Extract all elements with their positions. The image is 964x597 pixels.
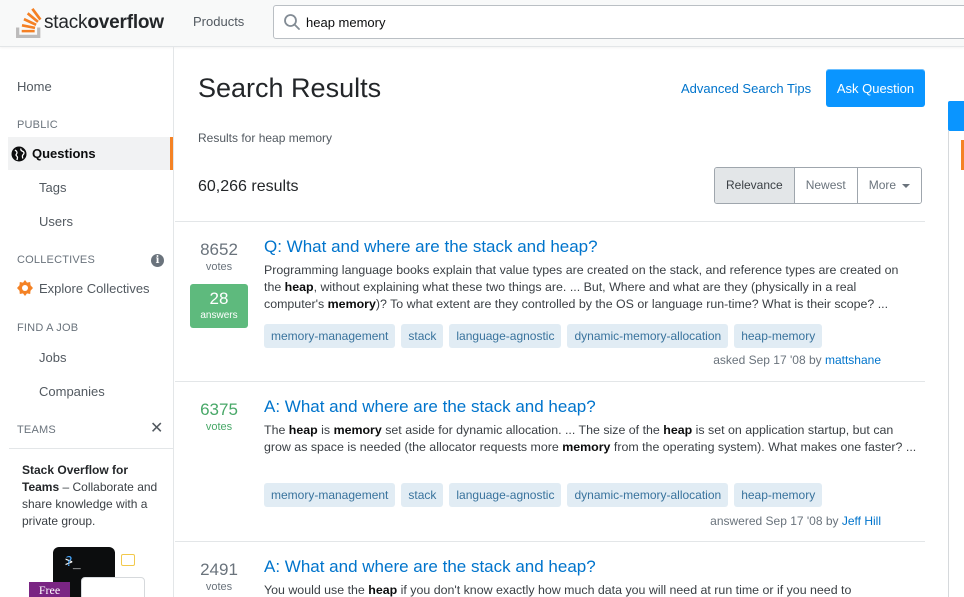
answer-count-badge: 28 answers xyxy=(190,284,248,328)
chevron-down-icon xyxy=(902,183,911,188)
sidebar-item-questions[interactable]: Questions xyxy=(8,137,173,170)
search-box[interactable] xyxy=(273,5,964,39)
result-stats: 8652 votes xyxy=(175,240,263,273)
result-title-link[interactable]: A: What and where are the stack and heap… xyxy=(264,557,596,577)
vote-count: 6375 xyxy=(200,400,238,419)
author-link[interactable]: mattshane xyxy=(825,353,881,367)
sidebar-section-teams: TEAMS xyxy=(17,424,56,436)
top-bar: stackoverflow Products xyxy=(0,0,964,47)
sidebar-item-explore-collectives[interactable]: Explore Collectives xyxy=(17,280,150,296)
right-sidebar xyxy=(948,131,964,597)
sidebar-item-tags[interactable]: Tags xyxy=(39,180,66,195)
search-input[interactable] xyxy=(306,6,906,38)
sidebar-item-home[interactable]: Home xyxy=(17,79,52,94)
tag[interactable]: stack xyxy=(401,483,444,507)
tag-list: memory-management stack language-agnosti… xyxy=(264,324,823,348)
free-badge: Free xyxy=(29,582,70,597)
main-content: Search Results Advanced Search Tips Ask … xyxy=(175,47,935,597)
tag-list: memory-management stack language-agnosti… xyxy=(264,483,823,507)
vote-label: votes xyxy=(205,261,233,273)
vote-label: votes xyxy=(205,421,233,433)
page-title: Search Results xyxy=(198,73,382,103)
tag[interactable]: stack xyxy=(401,324,444,348)
result-title-link[interactable]: A: What and where are the stack and heap… xyxy=(264,397,596,417)
author-link[interactable]: Jeff Hill xyxy=(842,514,881,528)
logo-wordmark: stackoverflow xyxy=(44,12,164,33)
vote-count: 2491 xyxy=(200,560,238,579)
vote-label: votes xyxy=(205,581,233,593)
results-for-text: Results for heap memory xyxy=(198,131,333,145)
sidebar-item-jobs[interactable]: Jobs xyxy=(39,350,66,365)
result-excerpt: Programming language books explain that … xyxy=(264,263,899,311)
products-menu[interactable]: Products xyxy=(183,7,254,37)
sidebar-item-label: Explore Collectives xyxy=(39,280,150,296)
teams-promo-card: Stack Overflow for Teams – Collaborate a… xyxy=(9,448,173,597)
sidebar-item-users[interactable]: Users xyxy=(39,214,73,229)
vote-count: 8652 xyxy=(200,240,238,259)
stackoverflow-logo[interactable]: stackoverflow xyxy=(16,4,164,42)
tag[interactable]: memory-management xyxy=(264,324,396,348)
close-icon[interactable]: ✕ xyxy=(150,421,163,437)
sidebar-section-find-a-job: FIND A JOB xyxy=(17,322,79,334)
tag[interactable]: heap-memory xyxy=(734,483,823,507)
tag[interactable]: language-agnostic xyxy=(449,483,562,507)
tag[interactable]: heap-memory xyxy=(734,324,823,348)
tag[interactable]: dynamic-memory-allocation xyxy=(567,324,729,348)
sort-more-button[interactable]: More xyxy=(857,168,922,203)
search-icon xyxy=(284,14,300,30)
search-result: 2491 votes A: What and where are the sta… xyxy=(175,541,925,597)
tag[interactable]: memory-management xyxy=(264,483,396,507)
result-meta: asked Sep 17 '08 by mattshane xyxy=(713,353,881,367)
result-stats: 6375 votes xyxy=(175,400,263,433)
sidebar-section-collectives: COLLECTIVES xyxy=(17,254,96,266)
sidebar-item-label: Questions xyxy=(32,146,96,161)
card-illustration-icon xyxy=(81,577,145,597)
sort-relevance-button[interactable]: Relevance xyxy=(715,168,795,203)
ask-question-button[interactable]: Ask Question xyxy=(826,69,925,107)
search-result: 8652 votes 28 answers Q: What and where … xyxy=(175,221,925,381)
sort-button-group: Relevance Newest More xyxy=(714,167,923,204)
result-meta: answered Sep 17 '08 by Jeff Hill xyxy=(710,514,881,528)
result-stats: 2491 votes xyxy=(175,560,263,593)
chat-icon xyxy=(121,554,135,566)
search-result: 6375 votes A: What and where are the sta… xyxy=(175,381,925,541)
sidebar-section-public: PUBLIC xyxy=(17,119,58,131)
left-sidebar: Home PUBLIC Questions Tags Users COLLECT… xyxy=(0,47,174,597)
results-count: 60,266 results xyxy=(198,178,299,195)
advanced-search-tips-link[interactable]: Advanced Search Tips xyxy=(681,81,811,96)
tag[interactable]: language-agnostic xyxy=(449,324,562,348)
result-title-link[interactable]: Q: What and where are the stack and heap… xyxy=(264,237,598,257)
tag[interactable]: dynamic-memory-allocation xyxy=(567,483,729,507)
globe-icon xyxy=(11,146,27,161)
teams-promo-text: Stack Overflow for Teams – Collaborate a… xyxy=(22,463,158,528)
result-excerpt: The heap is memory set aside for dynamic… xyxy=(264,423,917,454)
stack-logo-icon xyxy=(16,8,42,38)
info-icon[interactable]: i xyxy=(151,254,164,267)
result-excerpt: You would use the heap if you don't know… xyxy=(264,583,852,597)
collectives-icon xyxy=(17,280,33,296)
sort-newest-button[interactable]: Newest xyxy=(794,168,858,203)
right-sidebar-widget[interactable] xyxy=(948,101,964,131)
sidebar-item-companies[interactable]: Companies xyxy=(39,384,105,399)
